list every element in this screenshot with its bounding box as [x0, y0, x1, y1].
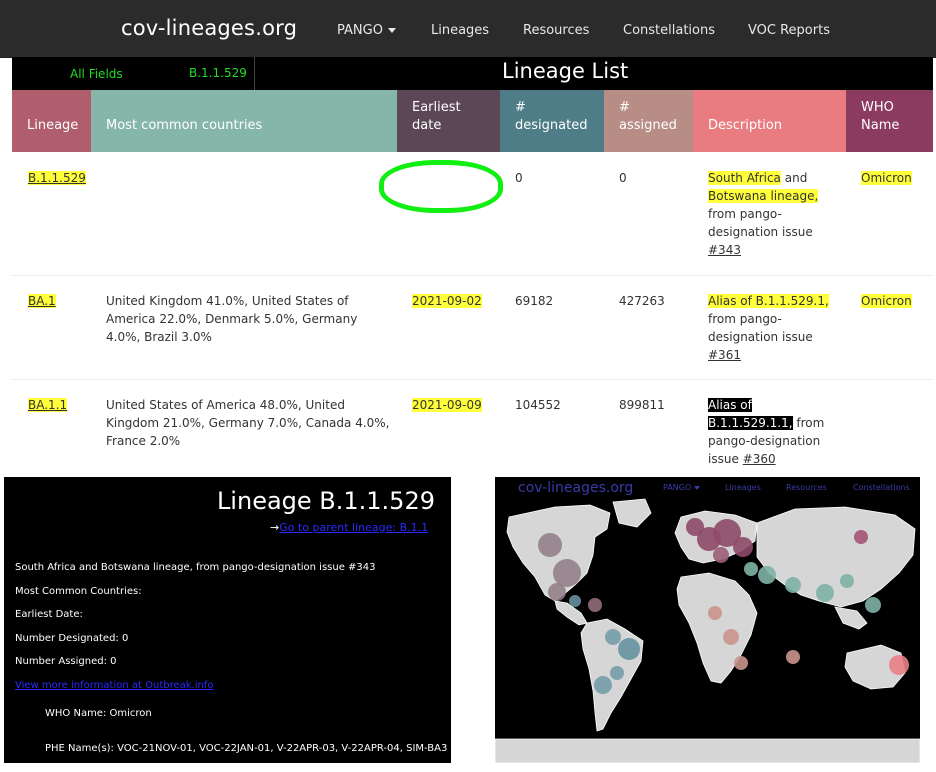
- assigned-cell: 0: [619, 171, 627, 185]
- issue-link[interactable]: #361: [708, 348, 741, 362]
- bubble[interactable]: [594, 676, 612, 694]
- column-header-earliest-date[interactable]: Earliest date: [397, 90, 500, 152]
- detail-earliest: Earliest Date:: [15, 609, 83, 620]
- designated-cell: 104552: [515, 398, 561, 412]
- nav-lineages[interactable]: Lineages: [431, 23, 489, 38]
- bubble[interactable]: [840, 574, 854, 588]
- page-title: Lineage List: [502, 59, 629, 83]
- who-name-cell: Omicron: [861, 294, 912, 308]
- nav-pango-dropdown[interactable]: PANGO: [337, 23, 396, 38]
- detail-most-common: Most Common Countries:: [15, 586, 142, 597]
- lineage-list-header: All Fields B.1.1.529 Lineage List: [12, 57, 933, 90]
- navbar: cov-lineages.org PANGO Lineages Resource…: [0, 0, 936, 58]
- countries-cell: United States of America 48.0%, United K…: [106, 398, 390, 448]
- description-cell: South Africa and Botswana lineage, from …: [708, 171, 819, 257]
- issue-link[interactable]: #343: [708, 243, 741, 257]
- world-map[interactable]: [495, 477, 920, 763]
- bubble[interactable]: [865, 597, 881, 613]
- table-row: BA.1.1 United States of America 48.0%, U…: [12, 380, 933, 472]
- nav-constellations[interactable]: Constellations: [623, 23, 715, 38]
- designated-cell: 0: [515, 171, 523, 185]
- lineage-cell[interactable]: BA.1.1: [28, 396, 68, 414]
- bubble[interactable]: [785, 577, 801, 593]
- bubble[interactable]: [758, 566, 776, 584]
- assigned-cell: 427263: [619, 294, 665, 308]
- detail-phe-names: PHE Name(s): VOC-21NOV-01, VOC-22JAN-01,…: [45, 743, 448, 754]
- bubble[interactable]: [588, 598, 602, 612]
- bubble[interactable]: [569, 595, 581, 607]
- bubble[interactable]: [618, 638, 640, 660]
- filter-box[interactable]: All Fields B.1.1.529: [12, 57, 255, 90]
- description-cell: Alias of B.1.1.529.1, from pango-designa…: [708, 294, 829, 362]
- countries-cell: United Kingdom 41.0%, United States of A…: [106, 294, 358, 344]
- outbreak-info-link[interactable]: View more information at Outbreak.info: [15, 680, 214, 691]
- bubble[interactable]: [854, 530, 868, 544]
- bubble[interactable]: [733, 537, 753, 557]
- nav-pango-label: PANGO: [337, 23, 383, 38]
- detail-assigned: Number Assigned: 0: [15, 656, 117, 667]
- detail-who-name: WHO Name: Omicron: [45, 708, 152, 719]
- bubble[interactable]: [723, 629, 739, 645]
- lineage-detail-panel: Lineage B.1.1.529 →Go to parent lineage:…: [4, 477, 451, 763]
- bubble[interactable]: [786, 650, 800, 664]
- issue-link[interactable]: #360: [743, 452, 776, 466]
- designated-cell: 69182: [515, 294, 554, 308]
- world-map-panel: cov-lineages.org PANGO Lineages Resource…: [495, 477, 920, 763]
- parent-lineage: →Go to parent lineage: B.1.1: [270, 521, 428, 534]
- column-header-lineage[interactable]: Lineage: [12, 90, 91, 152]
- lineage-cell[interactable]: B.1.1.529: [28, 169, 86, 187]
- column-header-countries[interactable]: Most common countries: [91, 90, 397, 152]
- assigned-cell: 899811: [619, 398, 665, 412]
- nav-resources[interactable]: Resources: [523, 23, 589, 38]
- bubble[interactable]: [548, 583, 566, 601]
- chevron-down-icon: [387, 28, 396, 33]
- bubble[interactable]: [889, 655, 909, 675]
- table-header: Lineage Most common countries Earliest d…: [12, 90, 933, 152]
- detail-description: South Africa and Botswana lineage, from …: [15, 562, 376, 573]
- bubble[interactable]: [713, 547, 729, 563]
- bubble[interactable]: [605, 629, 621, 645]
- bubble[interactable]: [816, 584, 834, 602]
- bubble[interactable]: [610, 666, 624, 680]
- column-header-assigned[interactable]: # assigned: [604, 90, 693, 152]
- filter-field-label[interactable]: All Fields: [70, 67, 123, 81]
- table-row: BA.1 United Kingdom 41.0%, United States…: [12, 276, 933, 380]
- arrow-right-icon: →: [270, 521, 280, 534]
- filter-value[interactable]: B.1.1.529: [189, 66, 247, 80]
- who-name-cell: Omicron: [861, 171, 912, 185]
- parent-lineage-link[interactable]: Go to parent lineage: B.1.1: [279, 521, 428, 534]
- column-header-designated[interactable]: # designated: [500, 90, 604, 152]
- lineage-cell[interactable]: BA.1: [28, 292, 56, 310]
- brand-logo[interactable]: cov-lineages.org: [121, 16, 297, 40]
- bubble[interactable]: [744, 562, 758, 576]
- bubble[interactable]: [538, 533, 562, 557]
- description-cell: Alias of B.1.1.529.1.1, from pango-desig…: [708, 398, 825, 466]
- column-header-who-name[interactable]: WHO Name: [846, 90, 933, 152]
- column-header-description[interactable]: Description: [693, 90, 846, 152]
- bubble[interactable]: [708, 606, 722, 620]
- earliest-date-cell: 2021-09-02: [412, 294, 482, 308]
- bubble[interactable]: [553, 559, 581, 587]
- lineage-detail-title: Lineage B.1.1.529: [216, 487, 435, 515]
- detail-designated: Number Designated: 0: [15, 633, 129, 644]
- earliest-date-cell: 2021-09-09: [412, 398, 482, 412]
- nav-voc-reports[interactable]: VOC Reports: [748, 23, 830, 38]
- annotation-circle: [379, 160, 503, 213]
- bubble[interactable]: [734, 656, 748, 670]
